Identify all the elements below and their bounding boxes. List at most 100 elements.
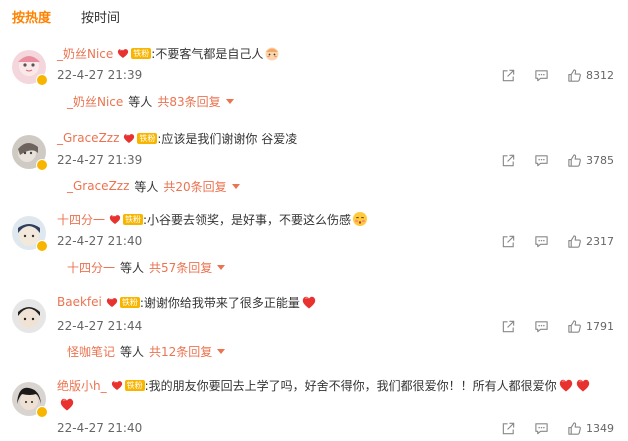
like-button[interactable]: 1791 xyxy=(567,319,614,334)
reply-button[interactable] xyxy=(534,421,549,436)
blushing-face-emoji-icon xyxy=(353,212,368,226)
comment-icon xyxy=(534,153,549,168)
comment-icon xyxy=(534,234,549,249)
share-icon xyxy=(501,153,516,168)
share-button[interactable] xyxy=(501,153,516,168)
reply-summary: 怪咖笔记 等人 共12条回复 xyxy=(67,342,226,360)
fan-heart-icon xyxy=(122,132,136,144)
reply-username[interactable]: _奶丝Nice xyxy=(67,93,123,110)
reply-count-button[interactable]: 共20条回复 xyxy=(163,178,240,195)
reply-count-button[interactable]: 共83条回复 xyxy=(157,93,234,110)
comment-username[interactable]: 绝版小h_ xyxy=(57,377,107,394)
caret-down-icon xyxy=(225,98,234,104)
comment-icon xyxy=(534,421,549,436)
like-count: 8312 xyxy=(586,68,614,82)
fan-heart-icon xyxy=(105,296,119,308)
sort-bar: 按热度 按时间 xyxy=(12,9,120,29)
share-icon xyxy=(501,319,516,334)
share-icon xyxy=(501,68,516,83)
thumbs-up-icon xyxy=(567,234,582,249)
share-button[interactable] xyxy=(501,319,516,334)
like-count: 1349 xyxy=(586,421,614,435)
reply-username[interactable]: 十四分一 xyxy=(67,259,115,276)
share-button[interactable] xyxy=(501,421,516,436)
like-button[interactable]: 1349 xyxy=(567,421,614,436)
comment-time: 22-4-27 21:39 xyxy=(57,68,143,82)
heart-emoji-icon xyxy=(575,377,591,393)
caret-down-icon xyxy=(231,183,240,189)
like-count: 3785 xyxy=(586,153,614,167)
comment-icon xyxy=(534,319,549,334)
fan-badge: 铁粉 xyxy=(119,296,140,308)
comment-time: 22-4-27 21:40 xyxy=(57,234,143,248)
comment-text: :我的朋友你要回去上学了吗，好舍不得你，我们都很爱你！！所有人都很爱你 xyxy=(144,378,557,393)
reply-etc-label: 等人 xyxy=(134,179,159,194)
reply-button[interactable] xyxy=(534,68,549,83)
fan-heart-icon xyxy=(108,213,122,225)
avatar[interactable] xyxy=(12,382,48,418)
reply-button[interactable] xyxy=(534,319,549,334)
comment-icon xyxy=(534,68,549,83)
like-button[interactable]: 2317 xyxy=(567,234,614,249)
share-icon xyxy=(501,421,516,436)
comment-item: _奶丝Nice 铁粉 :不要客气都是自己人 22-4-27 21:39 8312… xyxy=(0,44,628,130)
comment-text: :应该是我们谢谢你 谷爱凌 xyxy=(157,131,298,146)
reply-username[interactable]: 怪咖笔记 xyxy=(67,343,115,360)
share-icon xyxy=(501,234,516,249)
reply-count-label: 共83条回复 xyxy=(157,94,221,109)
heart-emoji-icon xyxy=(59,396,75,412)
reply-etc-label: 等人 xyxy=(120,344,145,359)
comment-item: _GraceZzz 铁粉 :应该是我们谢谢你 谷爱凌 22-4-27 21:39… xyxy=(0,129,628,215)
like-button[interactable]: 8312 xyxy=(567,68,614,83)
reply-summary: 十四分一 等人 共57条回复 xyxy=(67,258,226,276)
reply-etc-label: 等人 xyxy=(120,260,145,275)
comment-item: 十四分一 铁粉 :小谷要去领奖，是好事，不要这么伤感 22-4-27 21:40… xyxy=(0,210,628,296)
comment-username[interactable]: _奶丝Nice xyxy=(57,45,113,62)
comment-username[interactable]: Baekfei xyxy=(57,295,102,309)
reply-count-button[interactable]: 共57条回复 xyxy=(149,259,226,276)
comment-item: Baekfei 铁粉 :谢谢你给我带来了很多正能量 22-4-27 21:44 … xyxy=(0,293,628,379)
fan-heart-icon xyxy=(116,47,130,59)
thumbs-up-icon xyxy=(567,68,582,83)
cute-face-emoji-icon xyxy=(265,47,279,61)
comment-time: 22-4-27 21:40 xyxy=(57,421,143,435)
sort-tab-hot[interactable]: 按热度 xyxy=(12,9,51,29)
comment-time: 22-4-27 21:39 xyxy=(57,153,143,167)
share-button[interactable] xyxy=(501,234,516,249)
reply-etc-label: 等人 xyxy=(128,94,153,109)
reply-count-label: 共57条回复 xyxy=(149,260,213,275)
reply-username[interactable]: _GraceZzz xyxy=(67,179,129,193)
like-count: 2317 xyxy=(586,234,614,248)
thumbs-up-icon xyxy=(567,153,582,168)
fan-badge: 铁粉 xyxy=(124,379,145,391)
share-button[interactable] xyxy=(501,68,516,83)
thumbs-up-icon xyxy=(567,421,582,436)
comment-time: 22-4-27 21:44 xyxy=(57,319,143,333)
caret-down-icon xyxy=(217,264,226,270)
reply-count-label: 共12条回复 xyxy=(149,344,213,359)
heart-emoji-icon xyxy=(301,294,317,310)
comment-username[interactable]: _GraceZzz xyxy=(57,131,119,145)
comment-username[interactable]: 十四分一 xyxy=(57,211,105,228)
comment-text: :小谷要去领奖，是好事，不要这么伤感 xyxy=(143,212,352,227)
reply-count-button[interactable]: 共12条回复 xyxy=(149,343,226,360)
fan-badge: 铁粉 xyxy=(131,47,152,59)
fan-badge: 铁粉 xyxy=(137,132,158,144)
fan-badge: 铁粉 xyxy=(123,213,144,225)
reply-count-label: 共20条回复 xyxy=(163,179,227,194)
reply-button[interactable] xyxy=(534,234,549,249)
verified-badge-icon xyxy=(36,406,48,418)
reply-button[interactable] xyxy=(534,153,549,168)
like-button[interactable]: 3785 xyxy=(567,153,614,168)
reply-summary: _GraceZzz 等人 共20条回复 xyxy=(67,177,240,195)
heart-emoji-icon xyxy=(558,377,574,393)
thumbs-up-icon xyxy=(567,319,582,334)
like-count: 1791 xyxy=(586,319,614,333)
comment-item: 绝版小h_ 铁粉 :我的朋友你要回去上学了吗，好舍不得你，我们都很爱你！！所有人… xyxy=(0,376,628,441)
comment-text: :谢谢你给我带来了很多正能量 xyxy=(139,295,300,310)
caret-down-icon xyxy=(217,348,226,354)
fan-heart-icon xyxy=(110,379,124,391)
sort-tab-time[interactable]: 按时间 xyxy=(81,9,120,29)
reply-summary: _奶丝Nice 等人 共83条回复 xyxy=(67,92,234,110)
comment-text: :不要客气都是自己人 xyxy=(151,46,264,61)
